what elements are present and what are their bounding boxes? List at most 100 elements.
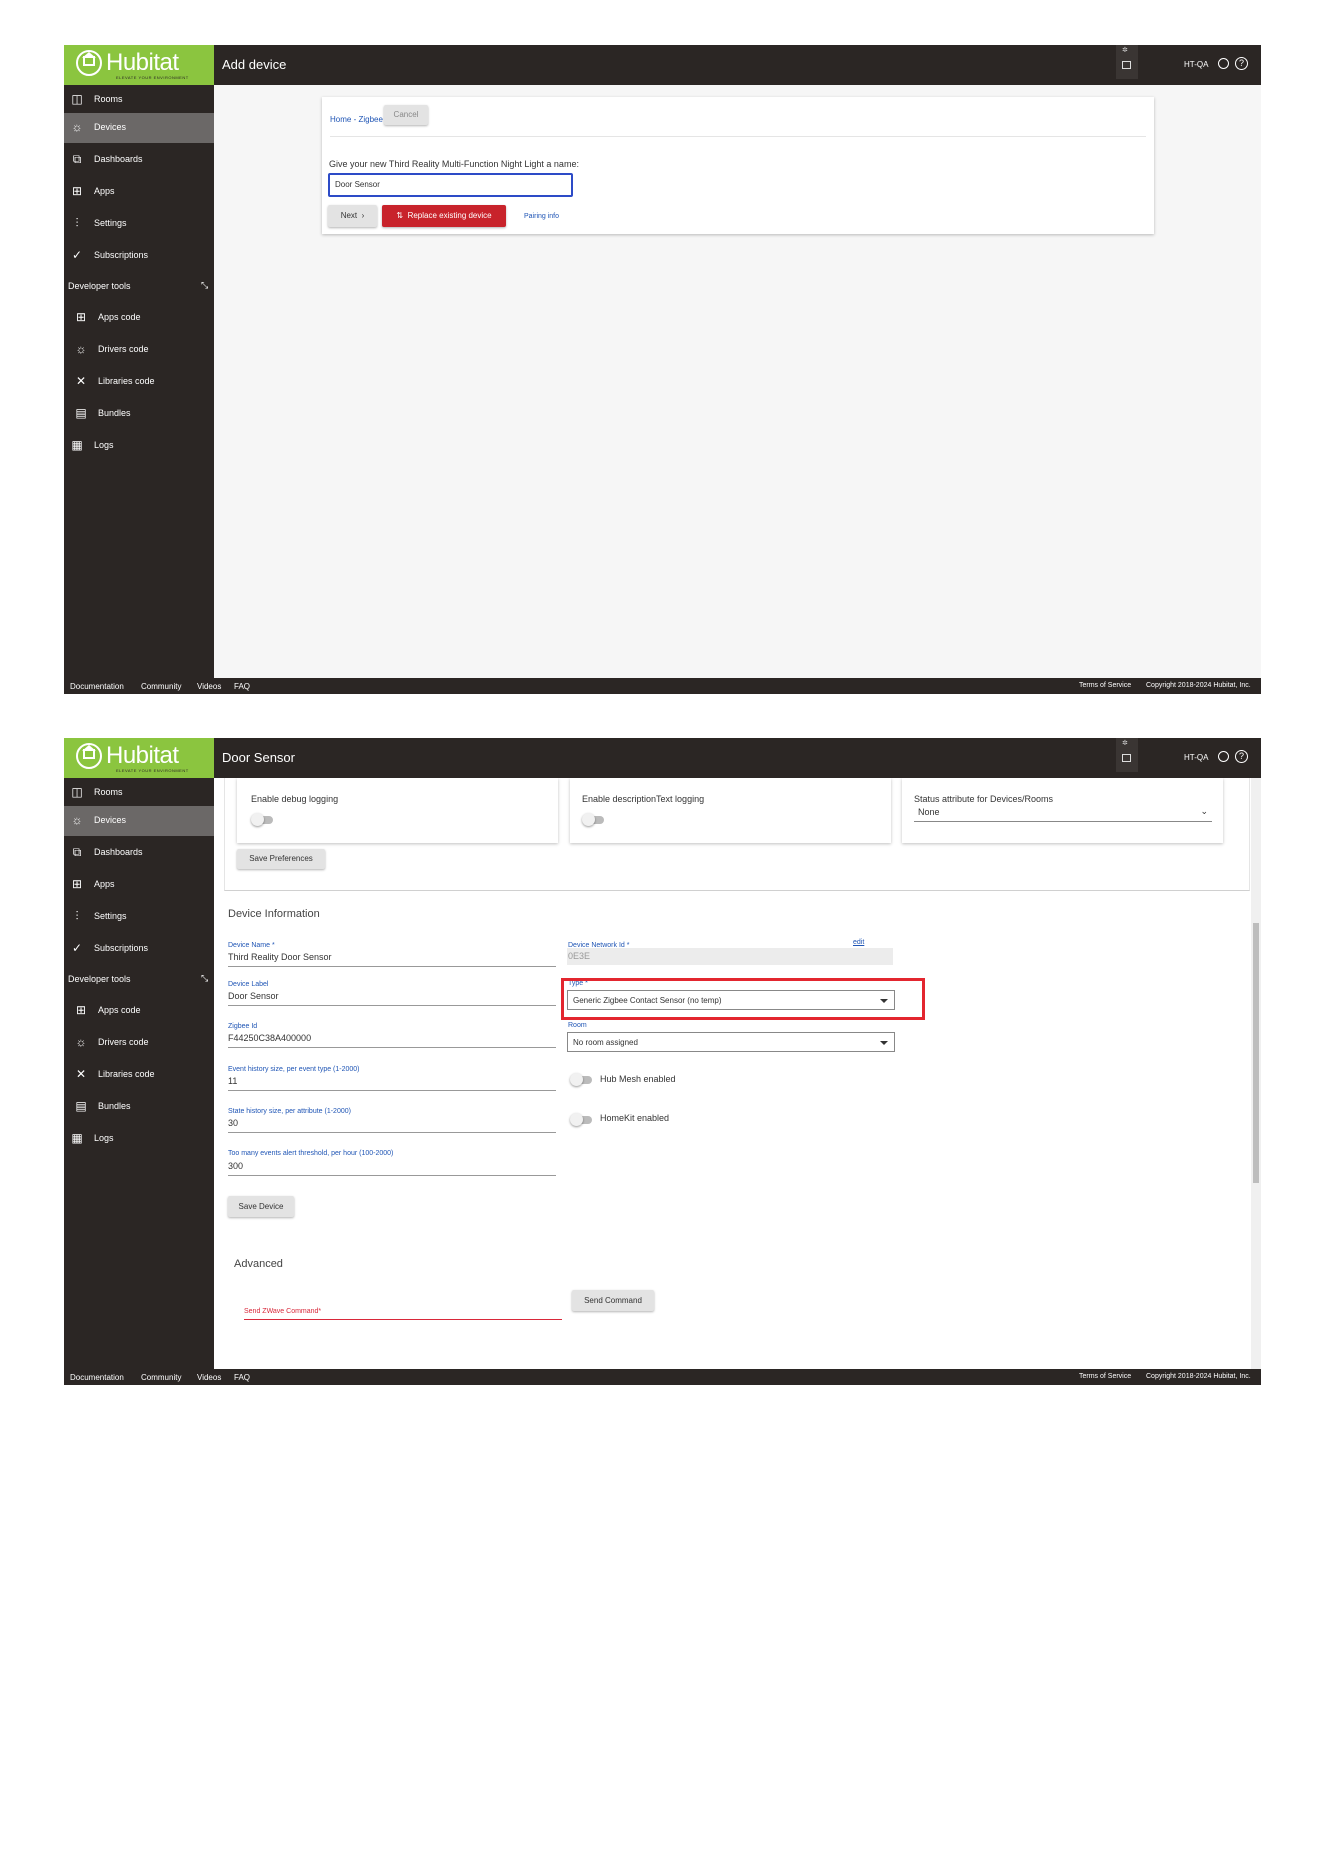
developer-tools-header[interactable]: Developer tools [68, 974, 131, 984]
sidebar-item-settings[interactable]: ⫶ Settings [64, 209, 214, 239]
footer-link-faq[interactable]: FAQ [234, 1373, 250, 1382]
device-name-input[interactable]: Door Sensor [328, 173, 573, 197]
cancel-button[interactable]: Cancel [384, 105, 428, 125]
breadcrumb[interactable]: Home - Zigbee [330, 115, 383, 124]
pref-card-debug: Enable debug logging [237, 778, 558, 843]
device-label-label: Device Label [228, 981, 269, 988]
collapse-icon[interactable]: ⤡ [201, 280, 208, 291]
sidebar-item-bundles[interactable]: ▤ Bundles [64, 399, 214, 429]
sidebar-item-label: Drivers code [98, 1037, 149, 1047]
pairing-info-link[interactable]: Pairing info [524, 213, 559, 220]
hub-name[interactable]: HT-QA [1184, 753, 1208, 762]
preferences-section: Enable debug logging Enable descriptionT… [224, 778, 1250, 891]
hub-status-indicator[interactable]: ✲ [1116, 45, 1138, 79]
description-logging-toggle[interactable] [582, 813, 604, 826]
sidebar-item-label: Logs [94, 1133, 114, 1143]
sidebar: ◫ Rooms ☼ Devices ⧉ Dashboards ⊞ Apps ⫶ … [64, 85, 214, 678]
sidebar-item-drivers-code[interactable]: ☼ Drivers code [64, 335, 214, 365]
tools-icon: ✕ [75, 1067, 87, 1081]
apps-icon: ⊞ [71, 877, 83, 891]
advanced-title: Advanced [234, 1258, 283, 1270]
edit-network-id-link[interactable]: edit [853, 939, 864, 946]
sidebar-item-label: Apps code [98, 312, 141, 322]
status-attribute-label: Status attribute for Devices/Rooms [914, 794, 1054, 804]
sidebar-item-bundles[interactable]: ▤ Bundles [64, 1092, 214, 1122]
logo-house [83, 749, 95, 759]
brand-name: Hubitat [106, 742, 179, 769]
scroll-thumb[interactable] [1253, 923, 1259, 1183]
room-select[interactable]: No room assigned [567, 1032, 895, 1052]
hub-box-icon [1122, 754, 1131, 762]
homekit-toggle[interactable] [570, 1113, 592, 1126]
sidebar-item-label: Settings [94, 911, 127, 921]
help-icon[interactable]: ? [1235, 750, 1248, 763]
sidebar-item-rooms[interactable]: ◫ Rooms [64, 778, 214, 808]
sidebar-item-settings[interactable]: ⫶ Settings [64, 902, 214, 932]
save-device-button[interactable]: Save Device [228, 1196, 294, 1217]
sidebar-item-subscriptions[interactable]: ✓ Subscriptions [64, 934, 214, 964]
event-history-label: Event history size, per event type (1-20… [228, 1066, 360, 1073]
sidebar-item-logs[interactable]: ▦ Logs [64, 1124, 214, 1154]
sidebar-item-devices[interactable]: ☼ Devices [64, 806, 214, 836]
hubitat-logo[interactable]: Hubitat ELEVATE YOUR ENVIRONMENT [64, 738, 214, 778]
toggle-knob [251, 813, 264, 826]
zwave-command-label[interactable]: Send ZWave Command* [244, 1308, 321, 1315]
sidebar-item-devices[interactable]: ☼ Devices [64, 113, 214, 143]
sidebar-item-label: Dashboards [94, 847, 143, 857]
sidebar-item-dashboards[interactable]: ⧉ Dashboards [64, 145, 214, 175]
status-attribute-select[interactable]: None ⌄ [914, 806, 1212, 822]
toggle-knob [570, 1073, 583, 1086]
spark-icon: ✲ [1122, 740, 1128, 747]
developer-tools-header[interactable]: Developer tools [68, 281, 131, 291]
chat-icon[interactable] [1218, 751, 1229, 762]
sidebar-item-rooms[interactable]: ◫ Rooms [64, 85, 214, 115]
sidebar-item-dashboards[interactable]: ⧉ Dashboards [64, 838, 214, 868]
sidebar-item-apps[interactable]: ⊞ Apps [64, 177, 214, 207]
chat-icon[interactable] [1218, 58, 1229, 69]
state-history-value[interactable]: 30 [228, 1118, 238, 1128]
sidebar-item-libraries-code[interactable]: ✕ Libraries code [64, 1060, 214, 1090]
sliders-icon: ⫶ [75, 216, 79, 230]
sidebar-item-label: Subscriptions [94, 943, 149, 953]
footer-link-community[interactable]: Community [141, 1373, 181, 1382]
replace-existing-device-button[interactable]: ⇅ Replace existing device [382, 205, 506, 227]
send-command-button[interactable]: Send Command [572, 1290, 654, 1311]
footer-link-documentation[interactable]: Documentation [70, 682, 124, 691]
save-preferences-button[interactable]: Save Preferences [237, 849, 325, 869]
sidebar-item-subscriptions[interactable]: ✓ Subscriptions [64, 241, 214, 271]
logo-house [83, 56, 95, 66]
device-name-value[interactable]: Third Reality Door Sensor [228, 952, 332, 962]
sidebar-item-label: Apps [94, 186, 115, 196]
sidebar-item-libraries-code[interactable]: ✕ Libraries code [64, 367, 214, 397]
collapse-icon[interactable]: ⤡ [201, 973, 208, 984]
zigbee-id-value[interactable]: F44250C38A400000 [228, 1033, 311, 1043]
sidebar-item-logs[interactable]: ▦ Logs [64, 431, 214, 461]
sidebar-item-apps-code[interactable]: ⊞ Apps code [64, 303, 214, 333]
hub-status-indicator[interactable]: ✲ [1116, 738, 1138, 772]
footer-link-faq[interactable]: FAQ [234, 682, 250, 691]
footer-link-community[interactable]: Community [141, 682, 181, 691]
terms-link[interactable]: Terms of Service [1079, 682, 1131, 689]
too-many-events-value[interactable]: 300 [228, 1161, 243, 1171]
footer-link-documentation[interactable]: Documentation [70, 1373, 124, 1382]
brand-tagline: ELEVATE YOUR ENVIRONMENT [116, 75, 189, 80]
scrollbar[interactable] [1251, 778, 1261, 1369]
sidebar-item-apps[interactable]: ⊞ Apps [64, 870, 214, 900]
hubitat-logo[interactable]: Hubitat ELEVATE YOUR ENVIRONMENT [64, 45, 214, 85]
bundle-icon: ▤ [75, 406, 87, 420]
footer: Documentation Community Videos FAQ Terms… [64, 1369, 1261, 1385]
device-label-value[interactable]: Door Sensor [228, 991, 279, 1001]
event-history-value[interactable]: 11 [228, 1076, 237, 1086]
footer-link-videos[interactable]: Videos [197, 682, 221, 691]
bulb-icon: ☼ [71, 120, 83, 134]
terms-link[interactable]: Terms of Service [1079, 1373, 1131, 1380]
hub-mesh-toggle[interactable] [570, 1073, 592, 1086]
too-many-events-label: Too many events alert threshold, per hou… [228, 1150, 394, 1157]
footer-link-videos[interactable]: Videos [197, 1373, 221, 1382]
debug-logging-toggle[interactable] [251, 813, 273, 826]
sidebar-item-drivers-code[interactable]: ☼ Drivers code [64, 1028, 214, 1058]
help-icon[interactable]: ? [1235, 57, 1248, 70]
hub-name[interactable]: HT-QA [1184, 60, 1208, 69]
sidebar-item-apps-code[interactable]: ⊞ Apps code [64, 996, 214, 1026]
next-button[interactable]: Next › [328, 205, 377, 227]
